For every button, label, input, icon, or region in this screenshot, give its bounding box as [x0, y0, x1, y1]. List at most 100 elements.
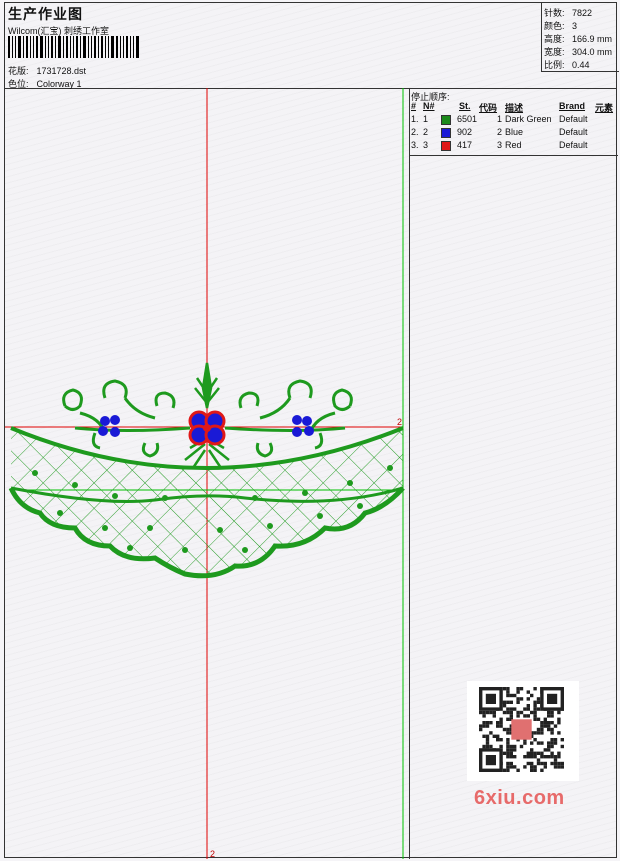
qr-module: [516, 710, 520, 715]
qr-module: [553, 738, 558, 742]
qr-module: [540, 741, 544, 745]
design-file-label: 花版:: [8, 66, 29, 76]
qr-module: [533, 707, 537, 711]
row-stitches: 417: [457, 140, 473, 150]
qr-module: [540, 721, 544, 725]
qr-module: [519, 744, 524, 749]
stat-label: 针数:: [544, 8, 565, 18]
qr-module: [506, 717, 510, 721]
barcode-bar: [105, 36, 106, 58]
barcode-bar: [76, 36, 78, 58]
qr-module: [492, 714, 496, 718]
stat-value: 166.9 mm: [572, 34, 613, 44]
qr-module: [506, 755, 510, 759]
qr-module: [509, 748, 513, 752]
qr-module: [553, 761, 558, 766]
qr-module: [536, 697, 541, 701]
row-index: 3.: [411, 140, 419, 150]
qr-module: [479, 724, 483, 728]
qr-module: [547, 727, 551, 732]
qr-module: [530, 748, 534, 752]
stop-sequence-row: 3. 3 417 3 Red Default: [409, 140, 618, 153]
qr-module: [550, 741, 554, 745]
stat-colors: 颜色: 3: [544, 19, 577, 32]
qr-module: [550, 710, 554, 715]
qr-module: [547, 724, 551, 728]
barcode-bar: [94, 36, 96, 58]
qr-module: [502, 768, 507, 772]
barcode-bar: [18, 36, 21, 58]
thread-color-swatch: [441, 115, 451, 125]
qr-module: [502, 727, 507, 732]
qr-module: [509, 765, 513, 769]
qr-module: [557, 755, 561, 759]
thread-color-swatch: [441, 128, 451, 138]
qr-module: [523, 741, 527, 745]
design-preview-canvas: 2 2: [5, 88, 410, 859]
barcode-bar: [130, 36, 131, 58]
stop-sequence-divider: [409, 155, 618, 156]
qr-module: [553, 741, 558, 745]
qr-module: [496, 738, 500, 742]
barcode-bar: [111, 36, 114, 58]
qr-module: [550, 751, 554, 755]
qr-module: [536, 731, 541, 735]
red-flower: [188, 410, 226, 446]
col-brand: Brand: [559, 101, 586, 111]
barcode-bar: [15, 36, 16, 58]
qr-module: [506, 687, 510, 691]
row-brand: Default: [559, 127, 588, 137]
qr-module: [509, 710, 513, 715]
qr-module: [485, 724, 490, 728]
barcode-bar: [98, 36, 99, 58]
qr-module: [540, 724, 544, 728]
qr-module: [506, 707, 510, 711]
barcode-bar: [23, 36, 24, 58]
qr-module: [492, 710, 496, 715]
col-element: 元素: [595, 103, 614, 113]
qr-module: [536, 717, 541, 721]
qr-module: [479, 727, 483, 732]
qr-module: [536, 707, 541, 711]
qr-module: [536, 758, 541, 762]
barcode-bar: [12, 36, 13, 58]
qr-module: [550, 714, 554, 718]
qr-module: [550, 755, 554, 759]
qr-module: [485, 738, 490, 742]
barcode-bar: [51, 36, 53, 58]
qr-module: [485, 734, 490, 738]
qr-module: [506, 765, 510, 769]
qr-module: [536, 751, 541, 755]
barcode: [8, 36, 144, 58]
stat-label: 高度:: [544, 34, 565, 44]
qr-module: [557, 765, 561, 769]
qr-module: [482, 710, 486, 715]
stat-value: 0.44: [572, 60, 590, 70]
qr-module: [543, 721, 547, 725]
qr-module: [530, 768, 534, 772]
qr-module: [526, 751, 530, 755]
barcode-bar: [136, 36, 139, 58]
qr-module: [540, 751, 544, 755]
qr-module: [485, 693, 496, 704]
design-file-row: 花版: 1731728.dst: [8, 64, 86, 77]
qr-module: [489, 721, 493, 725]
col-code: 代码: [479, 103, 498, 113]
qr-module: [482, 721, 486, 725]
watermark: 6xiu.com: [474, 787, 565, 809]
col-hash: #: [411, 101, 417, 111]
qr-module: [543, 724, 547, 728]
qr-module: [560, 744, 564, 749]
qr-module: [485, 755, 496, 766]
qr-module: [513, 748, 517, 752]
qr-module: [547, 710, 551, 715]
barcode-bar: [120, 36, 121, 58]
row-description: Dark Green: [505, 114, 552, 124]
qr-module: [516, 687, 520, 691]
qr-module: [519, 697, 524, 701]
row-description: Blue: [505, 127, 524, 137]
barcode-bar: [123, 36, 124, 58]
qr-module: [557, 761, 561, 766]
qr-module: [509, 693, 513, 698]
qr-module: [523, 707, 527, 711]
